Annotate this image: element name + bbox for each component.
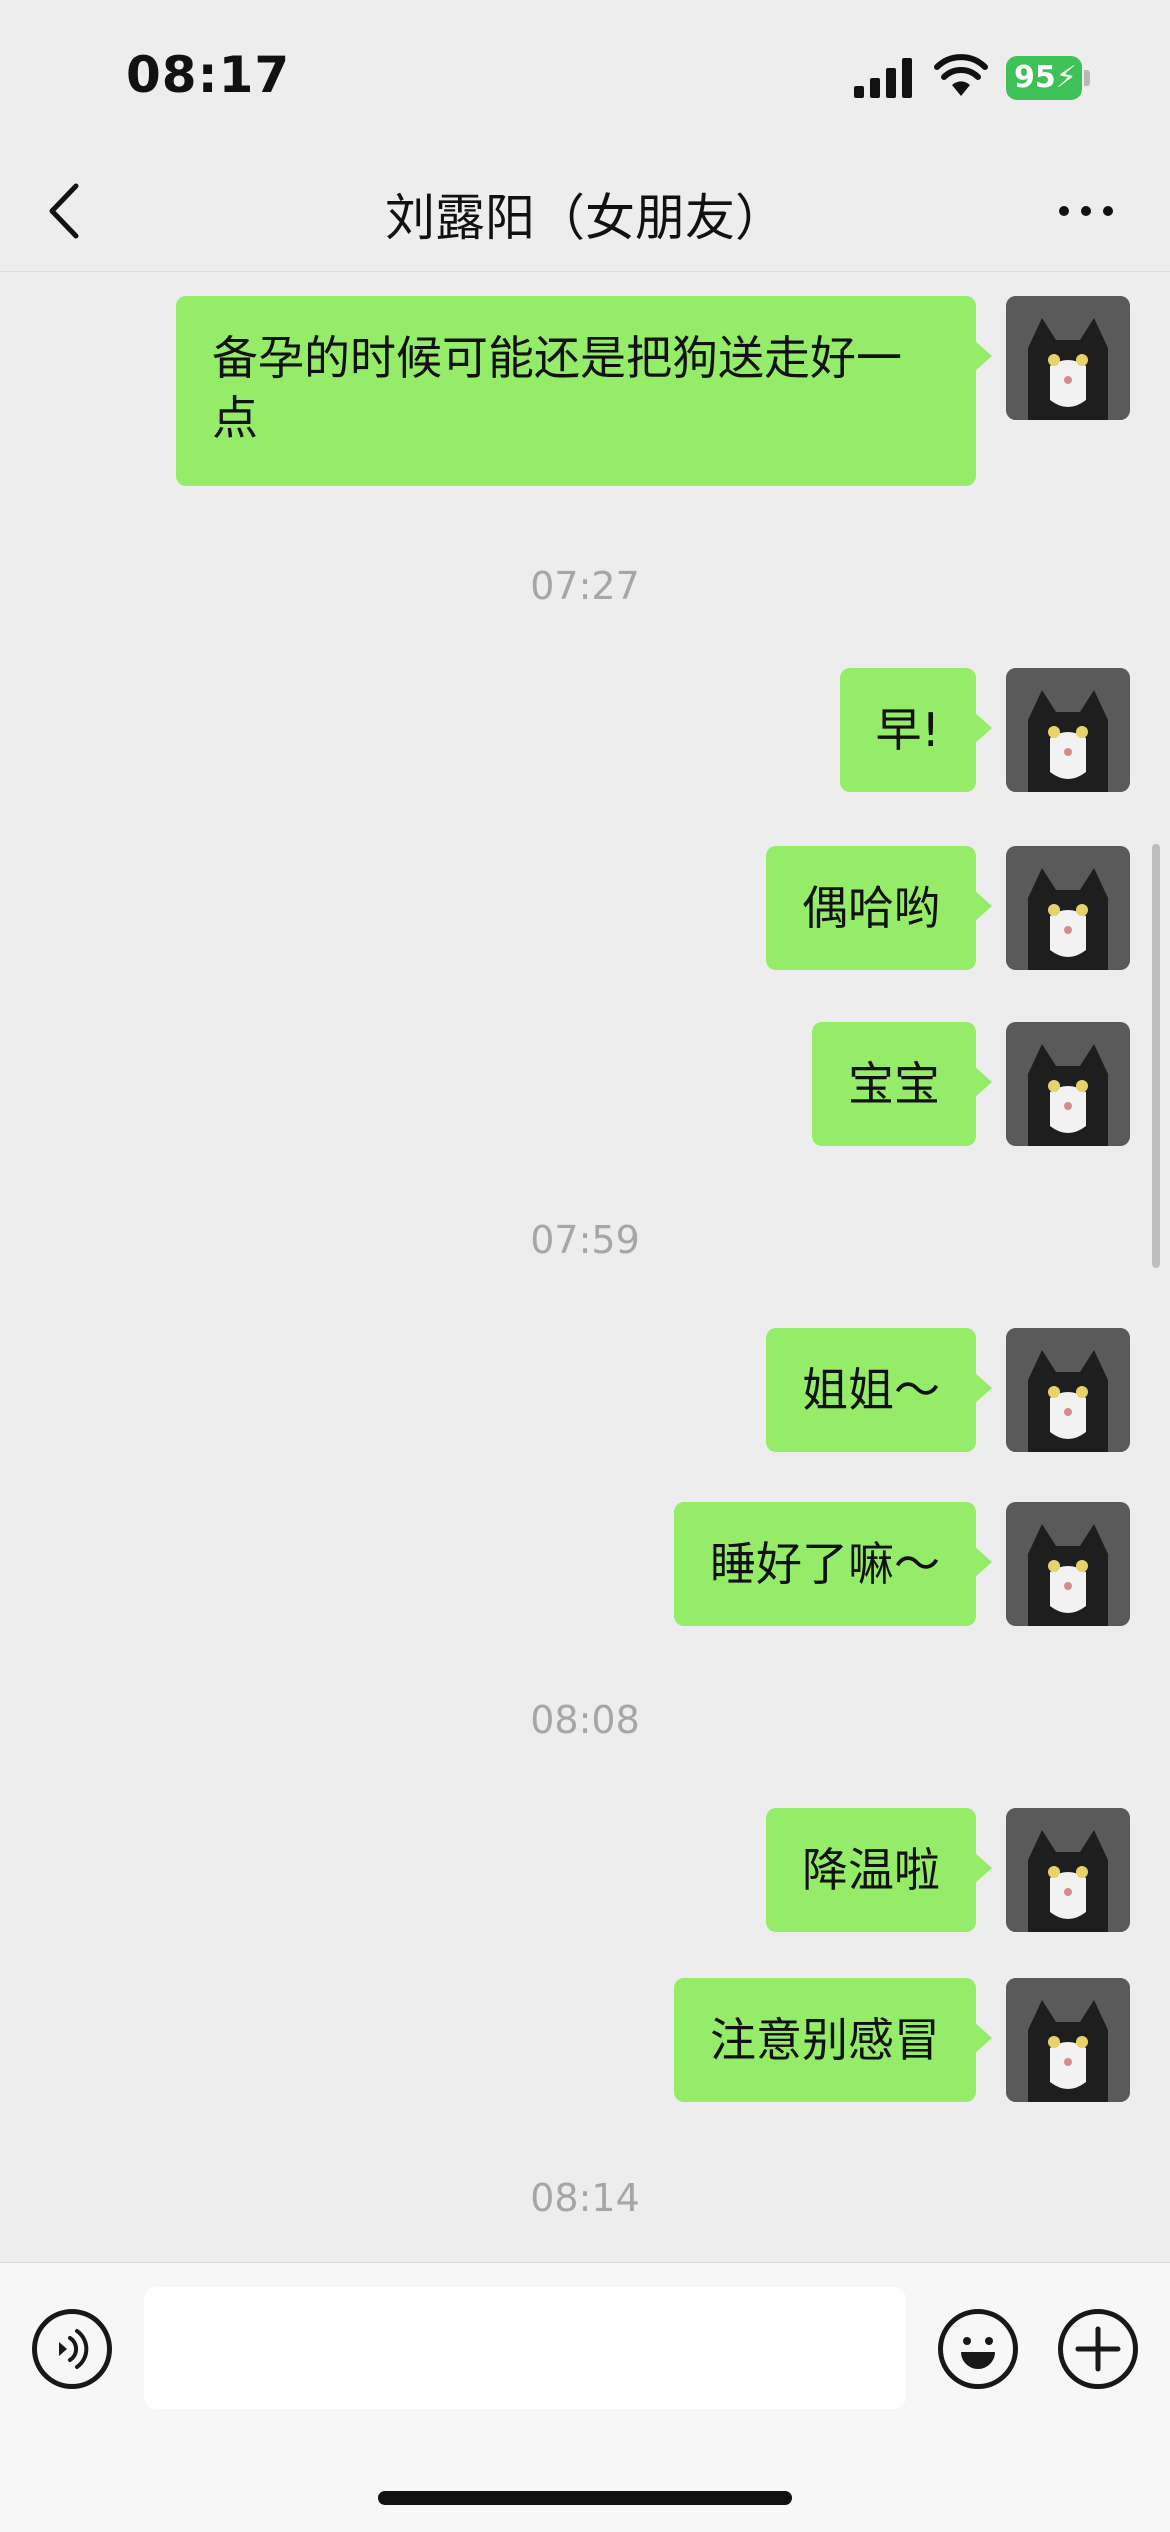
timestamp: 08:08 [530,1698,640,1742]
plus-icon [1075,2326,1121,2372]
message-bubble[interactable]: 注意别感冒 [674,1978,992,2102]
message-bubble[interactable]: 备孕的时候可能还是把狗送走好一点 [176,296,992,486]
cat-avatar-icon [1006,1808,1130,1932]
more-button[interactable] [1056,196,1116,226]
input-bar [0,2262,1170,2532]
timestamp: 07:59 [530,1218,640,1262]
cat-avatar-icon [1006,296,1130,420]
avatar[interactable] [1006,1022,1130,1146]
message-bubble[interactable]: 降温啦 [766,1808,992,1932]
wifi-icon [934,52,988,96]
message-row: 睡好了嘛～ [590,1502,1130,1626]
avatar[interactable] [1006,846,1130,970]
timestamp: 07:27 [530,564,640,608]
cat-avatar-icon [1006,1022,1130,1146]
message-row: 备孕的时候可能还是把狗送走好一点 [170,296,1130,496]
cat-avatar-icon [1006,1502,1130,1626]
message-row: 早! [690,668,1130,792]
status-time: 08:17 [126,46,291,104]
battery-level: 95⚡ [1006,56,1082,100]
cat-avatar-icon [1006,668,1130,792]
message-input[interactable] [144,2287,906,2409]
voice-button[interactable] [32,2309,112,2389]
avatar[interactable] [1006,1328,1130,1452]
avatar[interactable] [1006,296,1130,420]
cat-avatar-icon [1006,1978,1130,2102]
home-indicator[interactable] [378,2491,792,2505]
message-bubble[interactable]: 早! [839,668,993,792]
status-bar: 08:17 95⚡ [0,0,1170,150]
message-row: 注意别感冒 [590,1978,1130,2102]
voice-icon [59,2329,89,2369]
plus-button[interactable] [1058,2309,1138,2389]
chat-screen: 08:17 95⚡ 刘露阳（女朋友） 备孕的时候可能还是把狗送走好一点 07:2… [0,0,1170,2532]
battery-icon: 95⚡ [1006,56,1090,100]
message-row: 降温啦 [690,1808,1130,1932]
message-bubble[interactable]: 睡好了嘛～ [674,1502,992,1626]
avatar[interactable] [1006,1808,1130,1932]
message-bubble[interactable]: 偶哈哟 [766,846,992,970]
message-bubble[interactable]: 宝宝 [812,1022,992,1146]
message-list[interactable]: 备孕的时候可能还是把狗送走好一点 07:27 早! 偶哈哟 宝宝 07:59 姐… [0,272,1170,2262]
bolt-icon: ⚡ [1055,60,1077,95]
signal-icon [854,58,916,98]
ellipsis-icon [1059,206,1113,216]
message-row: 偶哈哟 [690,846,1130,970]
timestamp: 08:14 [530,2176,640,2220]
emoji-icon [961,2337,995,2369]
scroll-indicator[interactable] [1152,844,1160,1268]
cat-avatar-icon [1006,1328,1130,1452]
chat-title: 刘露阳（女朋友） [385,189,785,247]
message-row: 宝宝 [690,1022,1130,1146]
avatar[interactable] [1006,668,1130,792]
cat-avatar-icon [1006,846,1130,970]
message-bubble[interactable]: 姐姐～ [766,1328,992,1452]
avatar[interactable] [1006,1978,1130,2102]
battery-tip [1084,70,1090,86]
nav-bar: 刘露阳（女朋友） [0,150,1170,272]
avatar[interactable] [1006,1502,1130,1626]
emoji-button[interactable] [938,2309,1018,2389]
message-row: 姐姐～ [690,1328,1130,1452]
